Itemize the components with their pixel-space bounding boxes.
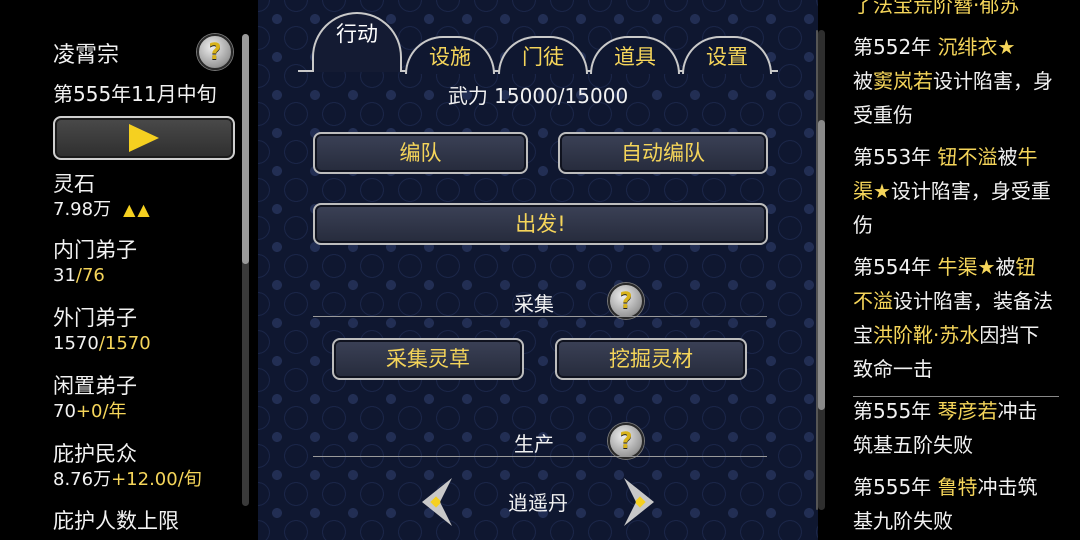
log-name: 沉绯衣★ <box>937 35 1016 59</box>
log-entry: 第552年 沉绯衣★ 被窦岚若设计陷害，身受重伤 <box>853 30 1053 132</box>
log-year: 第555年 <box>853 475 932 499</box>
tab-facilities[interactable]: 设施 <box>405 36 495 74</box>
left-scrollbar[interactable] <box>242 34 249 506</box>
protect-limit-stat: 庇护人数上限 <box>53 507 179 535</box>
stat-value: 7.98万 <box>53 199 112 220</box>
gather-section-title: 采集 <box>514 292 554 316</box>
tab-settings[interactable]: 设置 <box>682 36 772 74</box>
up-arrows-icon: ▲▲ <box>123 200 152 219</box>
advance-time-button[interactable] <box>53 116 235 160</box>
help-icon[interactable]: ? <box>608 283 644 319</box>
stat-value: 1570 <box>53 333 99 354</box>
log-entry-partial: 了法宝荒阶簪·郁苏 <box>853 0 1020 17</box>
log-name: 琴彦若 <box>937 399 998 423</box>
stat-label: 灵石 <box>53 172 95 196</box>
stat-label: 内门弟子 <box>53 238 137 262</box>
scrollbar-thumb[interactable] <box>242 34 249 264</box>
log-name: 钮不溢 <box>937 145 998 169</box>
form-team-button[interactable]: 编队 <box>313 132 528 174</box>
game-date: 第555年11月中旬 <box>53 82 217 106</box>
stat-value: 8.76万 <box>53 469 112 490</box>
stat-max: /1570 <box>98 333 151 354</box>
log-entry: 第553年 钮不溢被牛渠★设计陷害，身受重伤 <box>853 140 1053 242</box>
stat-label: 闲置弟子 <box>53 374 137 398</box>
log-scrollbar[interactable] <box>818 30 825 510</box>
tab-disciples[interactable]: 门徒 <box>498 36 588 74</box>
stat-value: 31 <box>53 265 76 286</box>
action-panel: 行动 设施 门徒 道具 设置 武力 15000/15000 编队 自动编队 出发… <box>258 0 818 540</box>
log-entry: 第555年 鲁特冲击筑基九阶失败 <box>853 470 1053 538</box>
section-divider <box>313 316 767 317</box>
stat-value: 70 <box>53 401 76 422</box>
scrollbar-thumb[interactable] <box>818 120 825 410</box>
log-name: 窦岚若 <box>873 69 933 93</box>
stat-label: 庇护民众 <box>53 442 137 466</box>
mine-materials-button[interactable]: 挖掘灵材 <box>555 338 747 380</box>
stat-rate: +0/年 <box>75 401 127 422</box>
sect-status-panel: 凌霄宗 ? 第555年11月中旬 灵石 7.98万 ▲▲ 内门弟子 31/76 外… <box>0 0 258 540</box>
help-icon[interactable]: ? <box>197 34 233 70</box>
collect-herbs-button[interactable]: 采集灵草 <box>332 338 524 380</box>
help-icon[interactable]: ? <box>608 423 644 459</box>
depart-button[interactable]: 出发! <box>313 203 768 245</box>
power-readout: 武力 15000/15000 <box>447 84 629 108</box>
protected-people-stat: 庇护民众 8.76万+12.00/旬 <box>53 440 202 492</box>
spirit-stone-stat: 灵石 7.98万 ▲▲ <box>53 170 152 222</box>
produce-section-title: 生产 <box>514 432 554 456</box>
log-item: 洪阶靴·苏水 <box>873 323 980 347</box>
log-year: 第554年 <box>853 255 932 279</box>
log-entry: 第554年 牛渠★被钮不溢设计陷害，装备法宝洪阶靴·苏水因挡下致命一击 <box>853 250 1053 386</box>
log-text: 被 <box>853 69 873 93</box>
log-year: 第552年 <box>853 35 932 59</box>
selected-product: 逍遥丹 <box>508 491 568 515</box>
stat-label: 庇护人数上限 <box>53 509 179 533</box>
log-entry: 第555年 琴彦若冲击筑基五阶失败 <box>853 394 1053 462</box>
log-text: 被 <box>995 255 1016 279</box>
stat-max: /76 <box>75 265 105 286</box>
section-divider <box>313 456 767 457</box>
log-year: 第553年 <box>853 145 932 169</box>
log-name: 鲁特 <box>937 475 978 499</box>
outer-disciples-stat: 外门弟子 1570/1570 <box>53 304 151 356</box>
stat-rate: +12.00/旬 <box>111 469 202 490</box>
log-text: 被 <box>997 145 1018 169</box>
log-name: 牛渠★ <box>937 255 996 279</box>
event-log-panel: 了法宝荒阶簪·郁苏 第552年 沉绯衣★ 被窦岚若设计陷害，身受重伤 第553年… <box>818 0 1080 540</box>
idle-disciples-stat: 闲置弟子 70+0/年 <box>53 372 137 424</box>
tab-action[interactable]: 行动 <box>312 12 402 72</box>
tab-items[interactable]: 道具 <box>590 36 680 74</box>
play-icon <box>129 124 159 152</box>
auto-form-team-button[interactable]: 自动编队 <box>558 132 768 174</box>
sect-name: 凌霄宗 <box>53 43 120 68</box>
stat-label: 外门弟子 <box>53 306 137 330</box>
log-year: 第555年 <box>853 399 932 423</box>
inner-disciples-stat: 内门弟子 31/76 <box>53 236 137 288</box>
